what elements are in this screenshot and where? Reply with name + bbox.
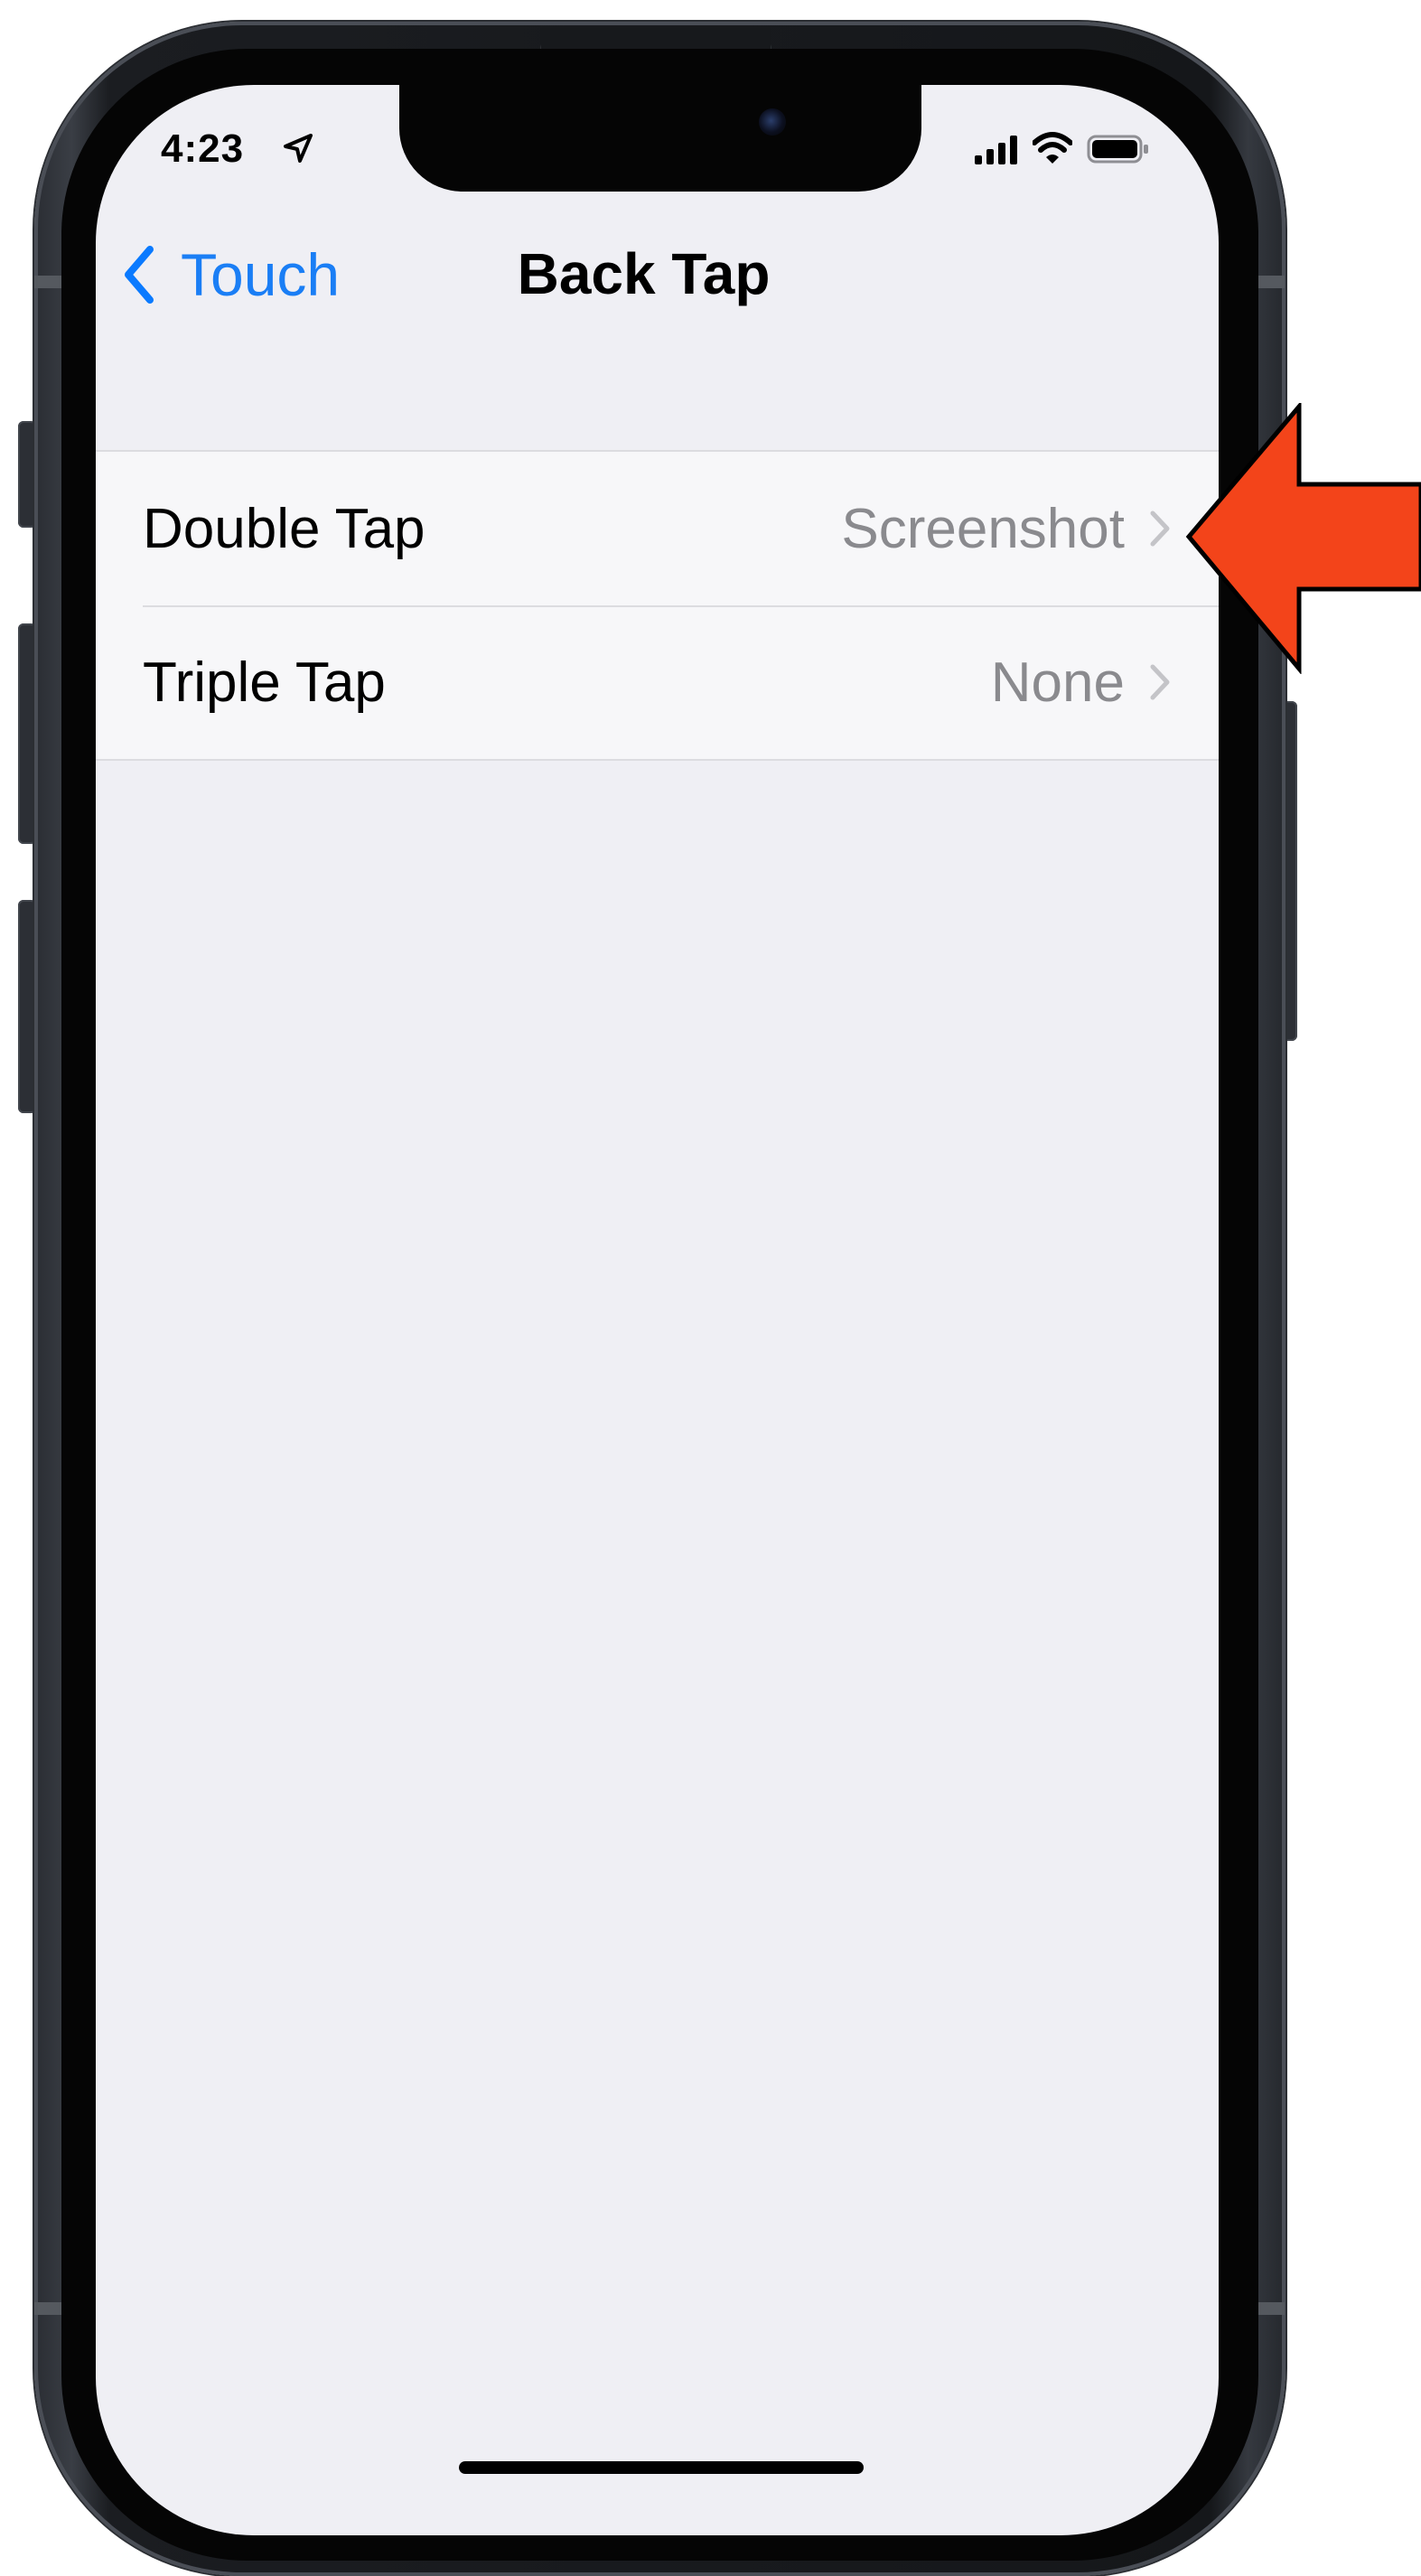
chevron-right-icon <box>1150 511 1170 547</box>
screen: 4:23 Touch Back Tap Double Tap Screensho… <box>96 85 1219 2535</box>
callout-arrow-icon <box>1185 403 1421 674</box>
list-item-value: None <box>990 651 1125 714</box>
antenna-line <box>1257 2302 1285 2315</box>
signal-icon <box>975 136 1017 164</box>
volume-up-button <box>18 623 36 844</box>
list-item-double-tap[interactable]: Double Tap Screenshot <box>96 452 1219 605</box>
back-tap-options-list: Double Tap Screenshot Triple Tap None <box>96 450 1219 761</box>
battery-icon <box>1087 135 1148 164</box>
home-indicator[interactable] <box>459 2461 864 2474</box>
list-item-triple-tap[interactable]: Triple Tap None <box>96 605 1219 759</box>
wifi-icon <box>1033 132 1072 164</box>
list-item-label: Double Tap <box>143 497 425 560</box>
antenna-line <box>34 2302 61 2315</box>
status-time: 4:23 <box>161 126 245 171</box>
notch <box>399 85 921 192</box>
chevron-right-icon <box>1150 664 1170 700</box>
antenna-line <box>34 276 61 288</box>
antenna-line <box>1257 276 1285 288</box>
stage: 4:23 Touch Back Tap Double Tap Screensho… <box>0 0 1421 2576</box>
volume-down-button <box>18 900 36 1113</box>
front-camera <box>759 108 786 136</box>
location-icon <box>284 134 313 163</box>
action-button <box>18 421 36 528</box>
page-title: Back Tap <box>517 241 771 306</box>
list-item-label: Triple Tap <box>143 651 386 714</box>
list-item-value: Screenshot <box>841 497 1125 560</box>
